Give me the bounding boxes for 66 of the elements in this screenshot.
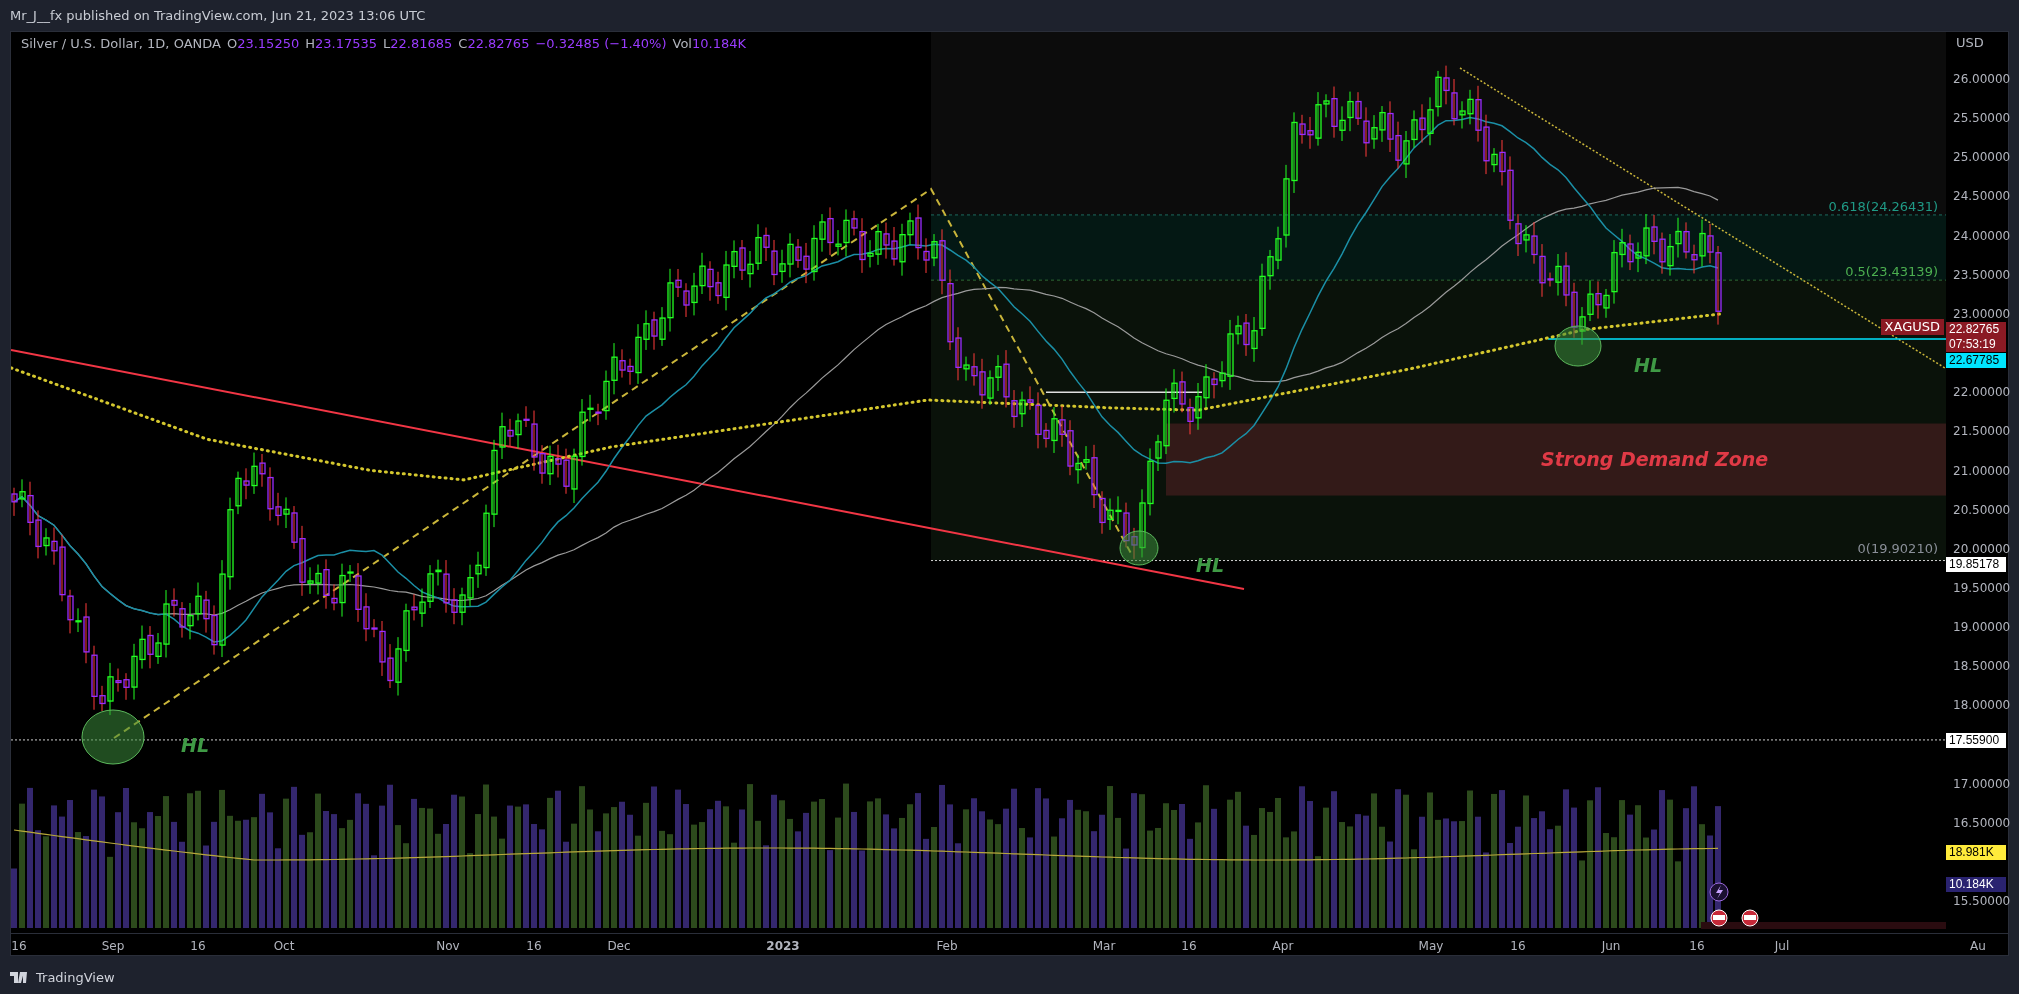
time-tick: Au <box>1970 938 1986 955</box>
price-tick: 23.00000 <box>1953 306 2011 321</box>
hl-label: HL <box>1634 353 1662 378</box>
time-tick: Mar <box>1092 938 1116 955</box>
price-change: −0.32485 (−1.40%) <box>535 35 667 53</box>
zone-label: Strong Demand Zone <box>1541 447 1769 472</box>
lightning-icon[interactable] <box>1709 882 1729 902</box>
price-tick: 24.00000 <box>1953 228 2011 243</box>
highlight-circle <box>81 709 145 765</box>
price-marker: 10.184K <box>1946 877 2006 892</box>
price-marker: 19.85178 <box>1946 557 2006 572</box>
price-tick: 19.50000 <box>1953 580 2011 595</box>
fib-level-label: 0(19.90210) <box>1857 540 1938 558</box>
volume-value: Vol10.184K <box>672 35 746 53</box>
time-tick: 16 <box>1510 938 1526 955</box>
ohlc-value: C22.82765 <box>458 35 530 53</box>
time-tick: 16 <box>526 938 542 955</box>
price-marker: 18.981K <box>1946 845 2006 860</box>
highlight-circle <box>1554 325 1602 367</box>
price-tick: 20.50000 <box>1953 502 2011 517</box>
symbol-tag: XAGUSD <box>1880 319 1944 335</box>
time-tick: Jun <box>1601 938 1621 955</box>
price-tick: 17.00000 <box>1953 776 2011 791</box>
price-tick: 25.50000 <box>1953 111 2011 126</box>
price-tick: 19.00000 <box>1953 620 2011 635</box>
fib-level-label: 0.618(24.26431) <box>1828 198 1938 216</box>
time-tick: Apr <box>1272 938 1294 955</box>
currency-label: USD <box>1956 34 1984 52</box>
time-tick: 2023 <box>766 938 800 955</box>
price-tick: 20.00000 <box>1953 541 2011 556</box>
time-tick: Feb <box>936 938 958 955</box>
price-tick: 23.50000 <box>1953 267 2011 282</box>
price-marker: 22.82765 07:53:19 <box>1946 322 2006 352</box>
fib-level-label: 0.5(23.43139) <box>1845 263 1938 281</box>
price-tick: 24.50000 <box>1953 189 2011 204</box>
hl-label: HL <box>1196 553 1224 578</box>
price-tick: 21.50000 <box>1953 424 2011 439</box>
ohlc-value: H23.17535 <box>305 35 377 53</box>
logo-icon <box>10 972 30 984</box>
price-tick: 18.00000 <box>1953 698 2011 713</box>
price-tick: 26.00000 <box>1953 72 2011 86</box>
time-tick: May <box>1418 938 1444 955</box>
symbol-title: Silver / U.S. Dollar, 1D, OANDA <box>21 35 221 53</box>
price-tick: 16.50000 <box>1953 815 2011 830</box>
price-tick: 25.00000 <box>1953 150 2011 165</box>
ohlc-value: L22.81685 <box>383 35 453 53</box>
time-tick: 16 <box>1689 938 1705 955</box>
time-tick: Jul <box>1774 938 1790 955</box>
price-tick: 22.00000 <box>1953 385 2011 400</box>
time-tick: 16 <box>11 938 27 955</box>
brand-name[interactable]: TradingView <box>36 968 115 988</box>
publisher-line: Mr_J__fx published on TradingView.com, Jun 21, 2023 13:06 UTC <box>10 6 426 25</box>
price-tick: 15.50000 <box>1953 894 2011 909</box>
price-marker: 22.67785 <box>1946 353 2006 368</box>
time-tick: 16 <box>1181 938 1197 955</box>
price-tick: 18.50000 <box>1953 659 2011 674</box>
time-tick: Oct <box>273 938 295 955</box>
price-tick: 21.00000 <box>1953 463 2011 478</box>
ohlc-value: O23.15250 <box>226 35 300 53</box>
highlight-circle <box>1119 530 1159 566</box>
time-tick: Dec <box>607 938 631 955</box>
hl-label: HL <box>181 733 209 758</box>
time-tick: Nov <box>436 938 460 955</box>
price-marker: 17.55900 <box>1946 733 2006 748</box>
time-tick: 16 <box>190 938 206 955</box>
time-tick: Sep <box>101 938 125 955</box>
